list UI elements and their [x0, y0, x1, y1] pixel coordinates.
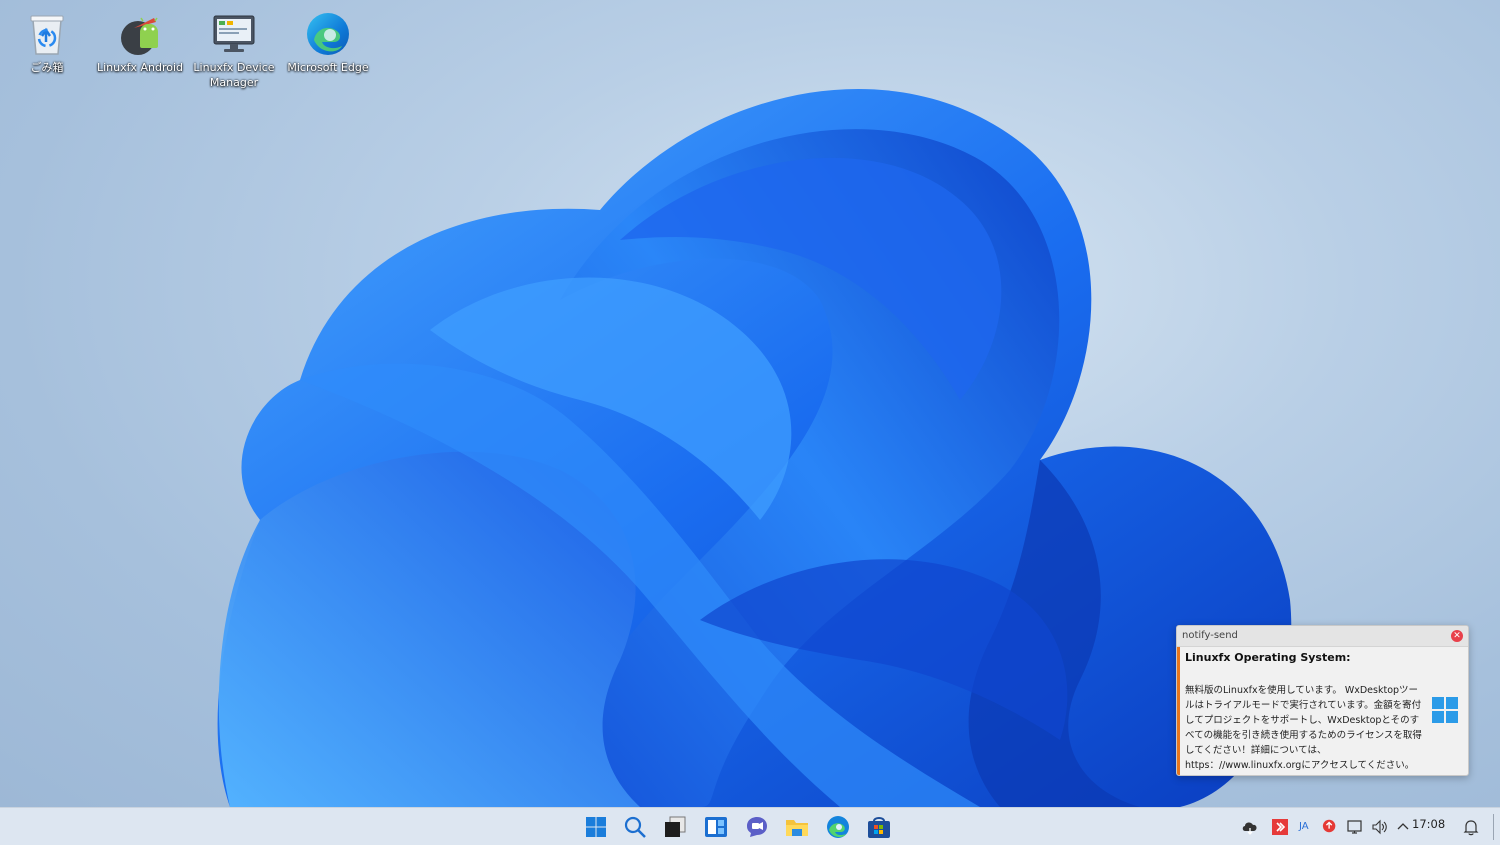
start-button[interactable] [583, 814, 609, 840]
desktop-icon-label: Linuxfx Android [96, 61, 184, 74]
store-button[interactable] [866, 814, 892, 840]
desktop-icon-label: ごみ箱 [30, 61, 64, 74]
store-icon [868, 817, 890, 838]
taskbar-clock[interactable]: 17:08 [1412, 817, 1445, 831]
search-icon [624, 816, 646, 838]
monitor-icon [213, 15, 255, 52]
edge-icon [307, 13, 349, 55]
widgets-button[interactable] [703, 814, 729, 840]
desktop: ごみ箱 Linuxfx Android Linuxfx Device Manag… [0, 0, 1500, 807]
notification-popup[interactable]: notify-send ✕ Linuxfx Operating System: … [1176, 625, 1469, 776]
file-explorer-button[interactable] [784, 814, 810, 840]
edge-taskbar-button[interactable] [825, 814, 851, 840]
chevron-up-icon[interactable] [1396, 818, 1410, 836]
windows-logo-icon [586, 817, 606, 837]
network-icon[interactable] [1346, 818, 1364, 836]
close-icon[interactable]: ✕ [1451, 630, 1463, 642]
anydesk-icon[interactable] [1271, 818, 1289, 836]
widgets-icon [705, 817, 727, 837]
show-desktop-button[interactable] [1493, 814, 1494, 840]
volume-icon[interactable] [1371, 818, 1389, 836]
search-button[interactable] [622, 814, 648, 840]
notification-bell-icon[interactable] [1462, 818, 1480, 836]
notification-title: Linuxfx Operating System: [1185, 651, 1351, 664]
android-icon [121, 17, 158, 55]
task-view-button[interactable] [662, 814, 688, 840]
cloud-sync-icon[interactable] [1241, 818, 1259, 836]
notification-accent-bar [1177, 647, 1180, 775]
edge-icon [827, 816, 849, 838]
task-view-icon [665, 816, 686, 837]
update-alert-icon[interactable] [1322, 818, 1338, 836]
windows-logo-icon [1432, 697, 1458, 723]
notification-app-name: notify-send [1182, 630, 1238, 641]
folder-icon [786, 820, 808, 836]
notification-body: 無料版のLinuxfxを使用しています。 WxDesktopツールはトライアルモ… [1185, 685, 1422, 771]
desktop-icon-recycle-bin[interactable]: ごみ箱 [2, 4, 92, 75]
desktop-icon-label: Linuxfx Device Manager [193, 61, 275, 89]
recycle-bin-icon [30, 15, 64, 55]
chat-button[interactable] [744, 814, 770, 840]
language-indicator[interactable]: JA [1299, 818, 1309, 836]
desktop-icon-microsoft-edge[interactable]: Microsoft Edge [283, 4, 373, 75]
desktop-icon-label: Microsoft Edge [287, 61, 369, 74]
chat-icon [747, 817, 767, 837]
desktop-icon-linuxfx-android[interactable]: Linuxfx Android [95, 4, 185, 75]
desktop-icon-device-manager[interactable]: Linuxfx Device Manager [189, 4, 279, 90]
taskbar: JA 17:08 [0, 807, 1500, 845]
notification-header: notify-send ✕ [1177, 626, 1468, 647]
